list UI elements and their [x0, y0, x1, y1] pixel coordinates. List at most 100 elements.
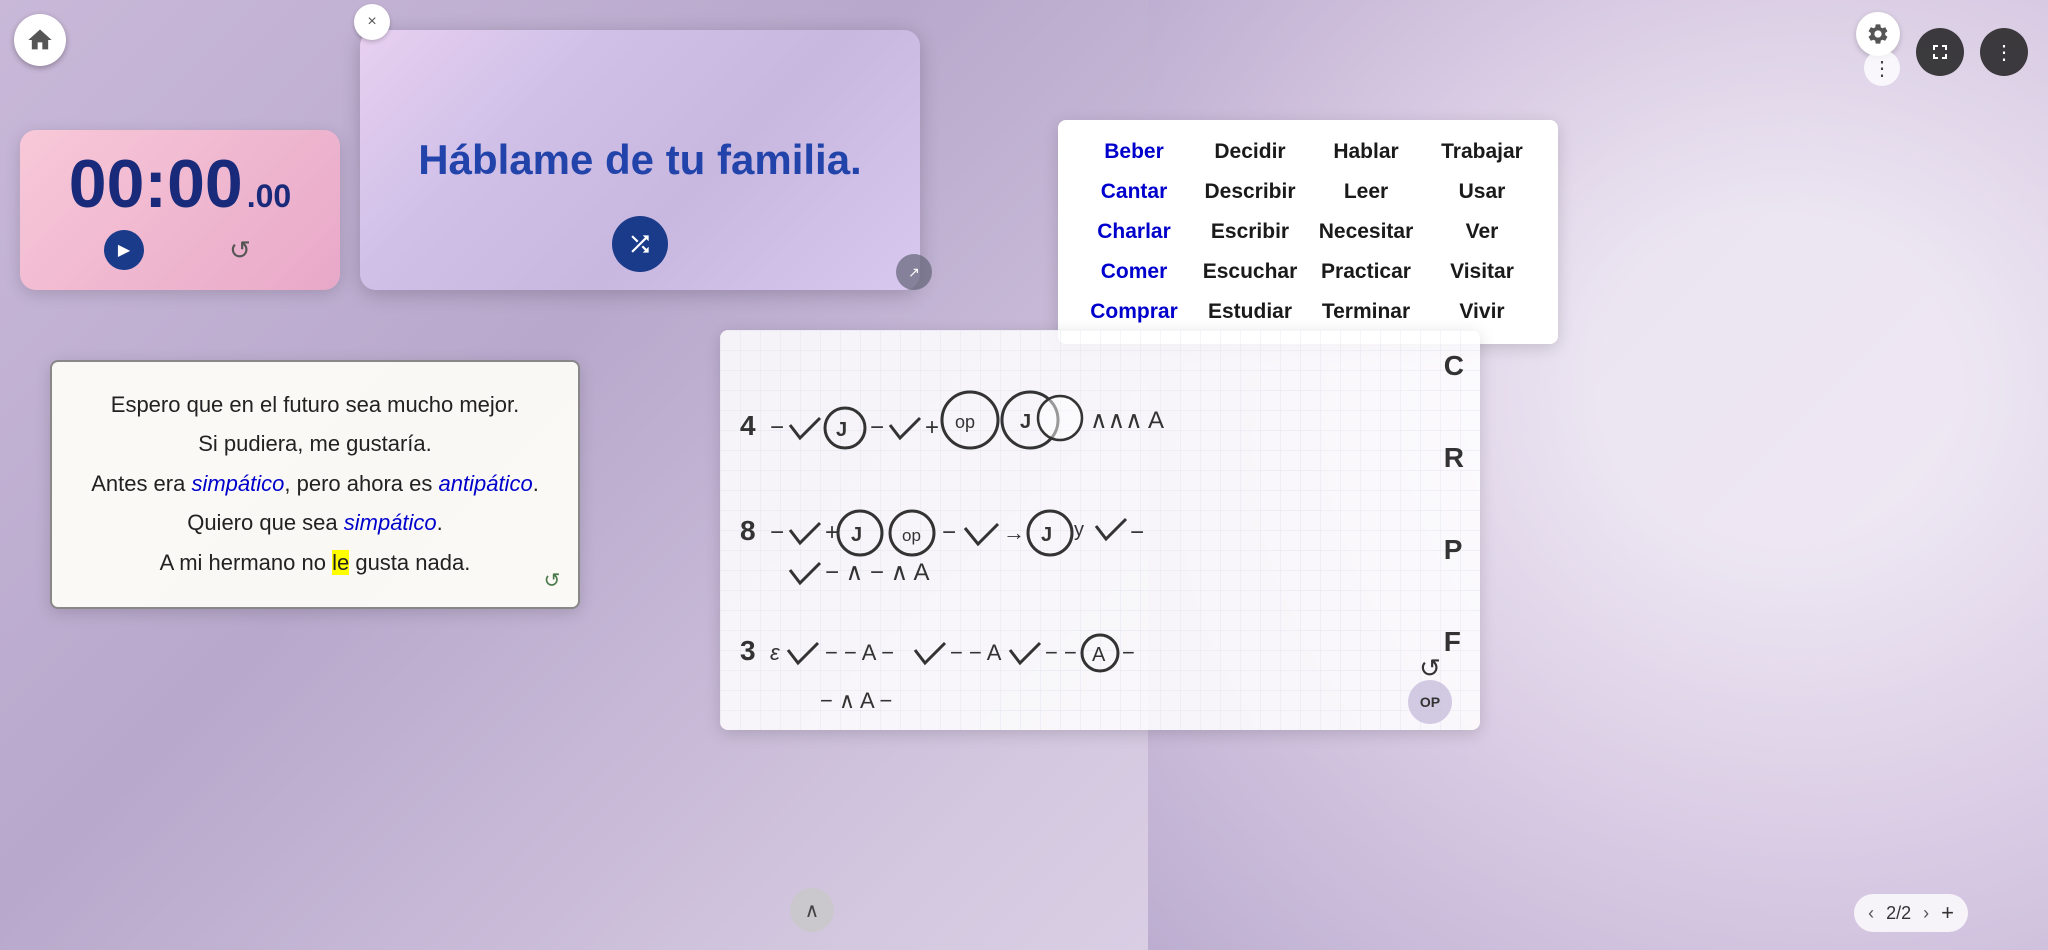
svg-text:−: − — [770, 519, 784, 546]
home-button[interactable] — [14, 14, 66, 66]
svg-text:op: op — [902, 526, 921, 545]
timer-widget: 00 : 00 .00 ▶ ↺ — [20, 130, 340, 290]
top-right-controls: ⋮ — [1916, 28, 2028, 76]
close-button[interactable]: × — [354, 4, 390, 40]
timer-display: 00 : 00 .00 — [69, 150, 291, 218]
svg-text:8: 8 — [740, 515, 756, 546]
fullscreen-button[interactable] — [1916, 28, 1964, 76]
reset-icon: ↺ — [229, 235, 251, 266]
page-next-button[interactable]: › — [1923, 903, 1929, 924]
timer-separator: : — [144, 150, 167, 218]
text-card: Espero que en el futuro sea mucho mejor.… — [50, 360, 580, 609]
vocab-item-beber[interactable]: Beber — [1078, 136, 1190, 168]
svg-text:4: 4 — [740, 410, 756, 441]
vocab-item-estudiar[interactable]: Estudiar — [1194, 296, 1306, 328]
page-prev-button[interactable]: ‹ — [1868, 903, 1874, 924]
page-indicator: ‹ 2/2 › + — [1854, 894, 1968, 932]
svg-text:− ∧ − ∧ A: − ∧ − ∧ A — [825, 559, 930, 586]
vocab-item-comprar[interactable]: Comprar — [1078, 296, 1190, 328]
svg-text:J: J — [851, 524, 862, 546]
scroll-up-button[interactable]: ∧ — [790, 888, 834, 932]
text-antipatico: antipático — [439, 471, 533, 496]
shuffle-button[interactable] — [612, 216, 668, 272]
text-card-refresh-button[interactable]: ↺ — [538, 567, 566, 595]
side-letter-c: C — [1444, 350, 1464, 382]
card-more-button[interactable]: ⋮ — [1864, 50, 1900, 86]
side-letter-p: P — [1444, 534, 1464, 566]
vocab-item-trabajar[interactable]: Trabajar — [1426, 136, 1538, 168]
more-options-button[interactable]: ⋮ — [1980, 28, 2028, 76]
side-letters: C R P F — [1444, 350, 1464, 658]
whiteboard-content: 4 − J − + op J ∧∧∧ A 8 − + — [720, 330, 1480, 730]
svg-text:−: − — [1122, 640, 1135, 665]
svg-text:∧∧∧ A: ∧∧∧ A — [1090, 407, 1164, 434]
svg-text:+: + — [925, 414, 939, 441]
svg-text:−: − — [870, 414, 884, 441]
vocab-item-usar[interactable]: Usar — [1426, 176, 1538, 208]
whiteboard-svg: 4 − J − + op J ∧∧∧ A 8 − + — [720, 330, 1480, 730]
svg-text:A: A — [1092, 644, 1106, 666]
refresh-icon: ↺ — [544, 568, 561, 593]
svg-text:− − A −: − − A − — [825, 640, 894, 665]
svg-text:− − A: − − A — [950, 640, 1002, 665]
vocab-item-escribir[interactable]: Escribir — [1194, 216, 1306, 248]
vocab-item-visitar[interactable]: Visitar — [1426, 256, 1538, 288]
svg-text:−: − — [770, 414, 784, 441]
vocab-item-decidir[interactable]: Decidir — [1194, 136, 1306, 168]
vocab-grid: Beber Decidir Hablar Trabajar Cantar Des… — [1058, 120, 1558, 344]
vocab-item-cantar[interactable]: Cantar — [1078, 176, 1190, 208]
text-line-1: Espero que en el futuro sea mucho mejor. — [80, 386, 550, 423]
svg-text:−: − — [942, 519, 956, 546]
text-simpatico-1: simpático — [191, 471, 284, 496]
svg-text:→: → — [1003, 520, 1025, 545]
svg-text:3: 3 — [740, 635, 756, 666]
wb-refresh-icon: ↺ — [1419, 653, 1441, 684]
svg-text:−: − — [1130, 519, 1144, 546]
vocab-item-describir[interactable]: Describir — [1194, 176, 1306, 208]
expand-button[interactable]: ↗ — [896, 254, 932, 290]
svg-text:J: J — [1041, 524, 1052, 546]
timer-minutes: 00 — [167, 150, 243, 218]
vocab-item-vivir[interactable]: Vivir — [1426, 296, 1538, 328]
text-le-highlight: le — [332, 550, 349, 575]
vocab-item-practicar[interactable]: Practicar — [1310, 256, 1422, 288]
vocab-item-necesitar[interactable]: Necesitar — [1310, 216, 1422, 248]
svg-text:J: J — [836, 419, 847, 441]
page-total: 2 — [1901, 903, 1911, 923]
page-add-button[interactable]: + — [1941, 900, 1954, 926]
svg-text:− −: − − — [1045, 640, 1077, 665]
timer-controls: ▶ ↺ — [104, 230, 256, 270]
svg-text:J: J — [1020, 411, 1031, 433]
scroll-up-icon: ∧ — [805, 898, 820, 923]
expand-icon: ↗ — [908, 264, 920, 281]
svg-text:− ∧ A −: − ∧ A − — [820, 688, 892, 713]
more-dots-icon: ⋮ — [1872, 56, 1892, 81]
vocab-item-comer[interactable]: Comer — [1078, 256, 1190, 288]
svg-text:y: y — [1074, 519, 1084, 541]
side-letter-r: R — [1444, 442, 1464, 474]
timer-hours: 00 — [69, 150, 145, 218]
text-simpatico-2: simpático — [344, 510, 437, 535]
whiteboard-op-icon: OP — [1408, 680, 1452, 724]
page-number: 2/2 — [1886, 903, 1911, 924]
op-label: OP — [1420, 694, 1440, 710]
text-line-5: A mi hermano no le gusta nada. — [80, 544, 550, 581]
play-icon: ▶ — [118, 240, 130, 260]
svg-text:ε: ε — [770, 640, 780, 665]
text-line-2: Si pudiera, me gustaría. — [80, 425, 550, 462]
vocab-item-ver[interactable]: Ver — [1426, 216, 1538, 248]
vocab-item-leer[interactable]: Leer — [1310, 176, 1422, 208]
text-line-4: Quiero que sea simpático. — [80, 504, 550, 541]
timer-centiseconds: .00 — [247, 180, 291, 212]
timer-play-button[interactable]: ▶ — [104, 230, 144, 270]
vocab-item-terminar[interactable]: Terminar — [1310, 296, 1422, 328]
whiteboard[interactable]: 4 − J − + op J ∧∧∧ A 8 − + — [720, 330, 1480, 730]
vocab-item-charlar[interactable]: Charlar — [1078, 216, 1190, 248]
text-line-3: Antes era simpático, pero ahora es antip… — [80, 465, 550, 502]
vocab-item-hablar[interactable]: Hablar — [1310, 136, 1422, 168]
flashcard-text: Háblame de tu familia. — [398, 116, 881, 204]
flashcard: Háblame de tu familia. — [360, 30, 920, 290]
svg-text:op: op — [955, 412, 975, 432]
vocab-item-escuchar[interactable]: Escuchar — [1194, 256, 1306, 288]
timer-reset-button[interactable]: ↺ — [224, 234, 256, 266]
